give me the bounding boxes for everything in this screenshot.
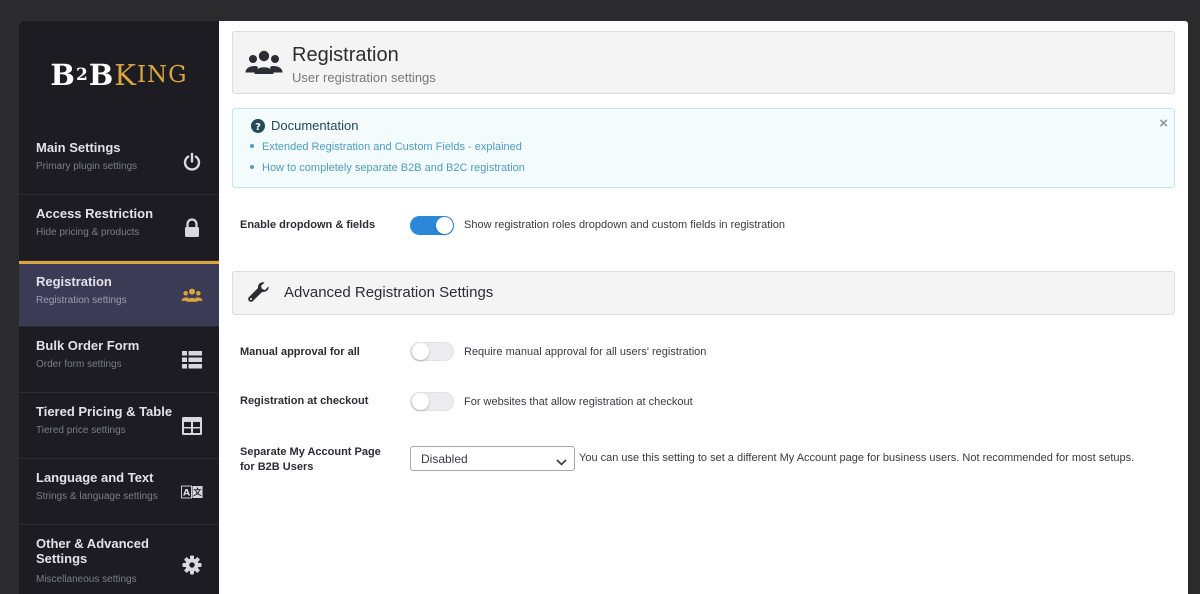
separate-account-label: Separate My Account Page for B2B Users	[240, 445, 381, 475]
bullet-icon	[250, 144, 254, 149]
separate-account-description: You can use this setting to set a differ…	[579, 452, 1135, 464]
logo-letter-b2: B	[88, 58, 115, 92]
list-item: Extended Registration and Custom Fields …	[250, 141, 522, 153]
documentation-title: Documentation	[271, 118, 359, 133]
sidebar-item-title: Tiered Pricing & Table	[36, 404, 173, 419]
sidebar-item-main-settings[interactable]: Main Settings Primary plugin settings	[19, 129, 219, 195]
bullet-icon	[250, 165, 254, 170]
enable-dropdown-label: Enable dropdown & fields	[240, 219, 376, 231]
sidebar-item-subtitle: Miscellaneous settings	[36, 574, 137, 585]
sidebar-item-title: Access Restriction	[36, 206, 154, 221]
logo-letter-k: K	[114, 58, 137, 92]
page-subtitle: User registration settings	[292, 70, 436, 85]
svg-text:A: A	[183, 487, 191, 498]
sidebar-item-registration[interactable]: Registration Registration settings	[19, 261, 219, 327]
sidebar-item-bulk-order-form[interactable]: Bulk Order Form Order form settings	[19, 327, 219, 393]
registration-checkout-description: For websites that allow registration at …	[464, 396, 693, 408]
gear-icon	[181, 554, 203, 576]
users-icon	[245, 49, 283, 80]
enable-dropdown-toggle[interactable]	[410, 216, 454, 235]
sidebar-item-title: Registration	[36, 274, 112, 289]
toggle-knob	[412, 393, 429, 410]
sidebar-item-title: Main Settings	[36, 140, 121, 155]
table-icon	[181, 415, 203, 437]
registration-checkout-toggle[interactable]	[410, 392, 454, 411]
logo-digit: 2	[75, 65, 89, 85]
users-icon	[181, 284, 203, 306]
svg-text:文: 文	[193, 487, 202, 497]
page-header: Registration User registration settings	[232, 31, 1175, 94]
select-value: Disabled	[421, 452, 468, 466]
manual-approval-description: Require manual approval for all users' r…	[464, 346, 707, 358]
advanced-settings-header: Advanced Registration Settings	[232, 271, 1175, 315]
manual-approval-label: Manual approval for all	[240, 346, 360, 358]
chevron-down-icon	[556, 454, 567, 472]
main-content: Registration User registration settings …	[219, 21, 1188, 594]
wrench-icon	[247, 281, 271, 310]
close-icon[interactable]: ×	[1159, 115, 1168, 132]
sidebar-item-language-text[interactable]: Language and Text Strings & language set…	[19, 459, 219, 525]
sidebar-item-other-advanced[interactable]: Other & Advanced Settings Miscellaneous …	[19, 525, 219, 594]
list-icon	[181, 349, 203, 371]
sidebar-item-access-restriction[interactable]: Access Restriction Hide pricing & produc…	[19, 195, 219, 261]
logo: B 2 B K ING	[19, 21, 219, 129]
logo-letters-ing: ING	[136, 62, 188, 88]
separate-account-label-line1: Separate My Account Page	[240, 446, 381, 458]
sidebar-item-tiered-pricing[interactable]: Tiered Pricing & Table Tiered price sett…	[19, 393, 219, 459]
sidebar-item-title: Language and Text	[36, 470, 154, 485]
documentation-box: ? Documentation × Extended Registration …	[232, 108, 1175, 188]
enable-dropdown-description: Show registration roles dropdown and cus…	[464, 219, 785, 231]
svg-text:?: ?	[255, 122, 261, 133]
advanced-settings-title: Advanced Registration Settings	[284, 284, 494, 301]
list-item: How to completely separate B2B and B2C r…	[250, 162, 525, 174]
page-title: Registration	[292, 44, 399, 66]
toggle-knob	[412, 343, 429, 360]
power-icon	[181, 151, 203, 173]
lock-icon	[181, 217, 203, 239]
question-circle-icon: ?	[251, 119, 265, 138]
separate-account-select[interactable]: Disabled	[410, 446, 575, 471]
registration-checkout-label: Registration at checkout	[240, 395, 369, 407]
logo-letter-b: B	[50, 58, 76, 92]
doc-link-separate-registration[interactable]: How to completely separate B2B and B2C r…	[262, 162, 525, 174]
manual-approval-toggle[interactable]	[410, 342, 454, 361]
sidebar-item-title: Other & Advanced Settings	[36, 536, 149, 566]
app-window: B 2 B K ING Main Settings Primary plugin set…	[19, 21, 1188, 594]
sidebar-item-title: Bulk Order Form	[36, 338, 140, 353]
translate-icon: A文	[181, 481, 203, 503]
sidebar: B 2 B K ING Main Settings Primary plugin set…	[19, 21, 219, 594]
doc-link-extended-registration[interactable]: Extended Registration and Custom Fields …	[262, 141, 522, 153]
toggle-knob	[436, 217, 453, 234]
separate-account-label-line2: for B2B Users	[240, 461, 314, 473]
